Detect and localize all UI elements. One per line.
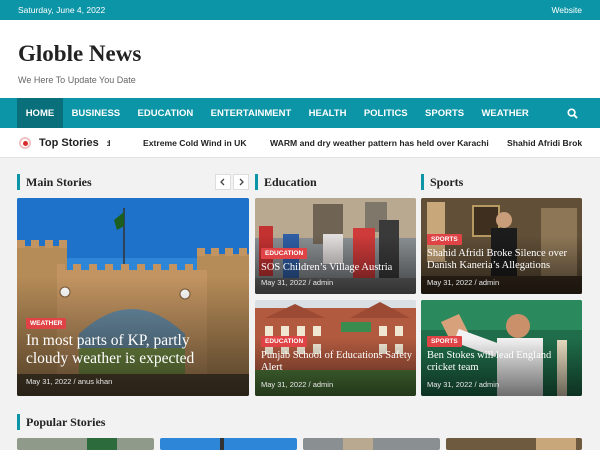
top-bar: Saturday, June 4, 2022 Website [0, 0, 600, 20]
education-story-title[interactable]: Punjab School of Educations Safety Alert [261, 350, 413, 375]
main-story-title[interactable]: In most parts of KP, partly cloudy weath… [26, 332, 231, 369]
category-badge[interactable]: EDUCATION [261, 336, 308, 347]
main-story-card[interactable]: WEATHER In most parts of KP, partly clou… [17, 198, 249, 396]
sports-story-title[interactable]: Ben Stokes will lead England cricket tea… [427, 350, 579, 375]
ticker-item[interactable]: Shahid Afridi Brok [507, 128, 582, 157]
nav-item-politics[interactable]: POLITICS [355, 98, 416, 128]
ticker-item[interactable]: WARM and dry weather pattern has held ov… [270, 128, 489, 157]
chevron-left-icon [220, 178, 225, 186]
next-arrow-button[interactable] [233, 174, 249, 190]
popular-image-2 [160, 438, 297, 450]
sports-story-meta: May 31, 2022 / admin [427, 380, 500, 389]
search-icon [567, 107, 578, 119]
section-title-main: Main Stories [17, 174, 92, 190]
prev-arrow-button[interactable] [215, 174, 231, 190]
education-story-meta: May 31, 2022 / admin [261, 278, 334, 287]
ticker-label: Top Stories [39, 137, 99, 149]
popular-card-1[interactable] [17, 438, 154, 450]
popular-image-4 [446, 438, 582, 450]
live-dot-icon [19, 137, 31, 149]
ticker-label-box: Top Stories [17, 128, 107, 157]
section-title-education: Education [255, 174, 317, 190]
section-title-sports: Sports [421, 174, 463, 190]
slider-controls [215, 174, 249, 190]
nav-item-sports[interactable]: SPORTS [416, 98, 472, 128]
chevron-right-icon [239, 178, 244, 186]
nav-item-entertainment[interactable]: ENTERTAINMENT [202, 98, 300, 128]
sports-story-title[interactable]: Shahid Afridi Broke Silence over Danish … [427, 248, 579, 273]
nav-item-home[interactable]: HOME [17, 98, 63, 128]
site-tagline: We Here To Update You Date [18, 75, 136, 85]
nav-item-business[interactable]: BUSINESS [63, 98, 129, 128]
current-date: Saturday, June 4, 2022 [18, 5, 106, 15]
news-ticker: nd Extreme Cold Wind in UK WARM and dry … [0, 128, 600, 158]
education-story-meta: May 31, 2022 / admin [261, 380, 334, 389]
popular-card-3[interactable] [303, 438, 440, 450]
sports-card-1[interactable]: SPORTS Shahid Afridi Broke Silence over … [421, 198, 582, 294]
popular-card-4[interactable] [446, 438, 582, 450]
ticker-item[interactable]: Extreme Cold Wind in UK [143, 128, 247, 157]
site-header: Globle News We Here To Update You Date [0, 20, 600, 98]
sports-story-meta: May 31, 2022 / admin [427, 278, 500, 287]
nav-item-weather[interactable]: WEATHER [473, 98, 538, 128]
sports-card-2[interactable]: SPORTS Ben Stokes will lead England cric… [421, 300, 582, 396]
category-badge[interactable]: SPORTS [427, 336, 462, 347]
website-link[interactable]: Website [551, 5, 582, 15]
section-title-popular: Popular Stories [17, 414, 105, 430]
main-story-meta: May 31, 2022 / anus khan [26, 377, 113, 386]
education-card-1[interactable]: EDUCATION SOS Children’s Village Austria… [255, 198, 416, 294]
search-button[interactable] [567, 98, 578, 128]
education-story-title[interactable]: SOS Children’s Village Austria [261, 262, 413, 274]
category-badge[interactable]: SPORTS [427, 234, 462, 245]
education-card-2[interactable]: EDUCATION Punjab School of Educations Sa… [255, 300, 416, 396]
main-nav: HOME BUSINESS EDUCATION ENTERTAINMENT HE… [0, 98, 600, 128]
popular-image-1 [17, 438, 154, 450]
nav-item-health[interactable]: HEALTH [300, 98, 355, 128]
popular-card-2[interactable] [160, 438, 297, 450]
popular-image-3 [303, 438, 440, 450]
site-title[interactable]: Globle News [18, 41, 582, 67]
category-badge[interactable]: EDUCATION [261, 248, 308, 259]
nav-item-education[interactable]: EDUCATION [129, 98, 202, 128]
category-badge[interactable]: WEATHER [26, 318, 67, 329]
